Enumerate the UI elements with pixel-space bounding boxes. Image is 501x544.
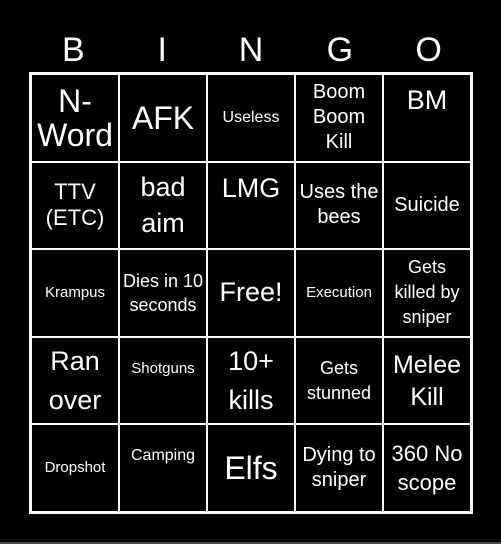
- header-letter-n: N: [238, 31, 264, 69]
- cell-label: Execution: [306, 283, 372, 301]
- cell-label: AFK: [131, 99, 195, 136]
- cell-label: Uses the bees: [299, 181, 379, 229]
- cell-label: TTV (ETC): [45, 179, 105, 231]
- bingo-cell[interactable]: BM: [383, 74, 471, 162]
- bingo-cell[interactable]: Dies in 10 seconds: [119, 249, 207, 337]
- cell-label: Gets killed by sniper: [394, 257, 460, 328]
- cell-label: 10+ kills: [228, 345, 274, 415]
- cell-label: Useless: [222, 108, 280, 126]
- bingo-cell[interactable]: Dropshot: [31, 424, 119, 512]
- cell-label: Dies in 10 seconds: [122, 270, 204, 315]
- bingo-cell[interactable]: 10+ kills: [207, 336, 295, 425]
- cell-label: bad aim: [140, 172, 186, 239]
- cell-label: Dropshot: [44, 459, 106, 477]
- bingo-cell[interactable]: Uses the bees: [295, 161, 383, 250]
- cell-label: Suicide: [394, 193, 460, 216]
- bingo-cell[interactable]: Gets stunned: [295, 336, 383, 425]
- bingo-cell[interactable]: Dying to sniper: [295, 424, 383, 512]
- cell-label: N-Word: [37, 82, 113, 153]
- bingo-cell[interactable]: Useless: [207, 74, 295, 162]
- cell-label: 360 No scope: [391, 441, 463, 496]
- bingo-card-grid: N-Word AFK Useless Boom Boom Kill BM TTV…: [29, 72, 473, 514]
- bingo-cell[interactable]: Gets killed by sniper: [383, 249, 471, 337]
- bingo-cell[interactable]: Ran over: [31, 336, 119, 425]
- cell-label: Boom Boom Kill: [312, 81, 366, 154]
- cell-label: Dying to sniper: [302, 444, 376, 492]
- header-letter-o: O: [415, 31, 442, 69]
- bingo-cell[interactable]: AFK: [119, 74, 207, 162]
- cell-label: Shotguns: [131, 359, 195, 377]
- bingo-cell[interactable]: Elfs: [207, 424, 295, 512]
- bingo-cell[interactable]: Execution: [295, 249, 383, 337]
- bingo-cell[interactable]: Camping: [119, 424, 207, 512]
- bingo-cell[interactable]: Melee Kill: [383, 336, 471, 425]
- bingo-cell[interactable]: Suicide: [383, 161, 471, 250]
- bingo-cell[interactable]: TTV (ETC): [31, 161, 119, 250]
- bingo-cell[interactable]: N-Word: [31, 74, 119, 162]
- bingo-cell[interactable]: bad aim: [119, 161, 207, 250]
- bingo-cell[interactable]: Boom Boom Kill: [295, 74, 383, 162]
- bingo-cell[interactable]: 360 No scope: [383, 424, 471, 512]
- cell-label: LMG: [221, 172, 281, 203]
- bingo-cell[interactable]: LMG: [207, 161, 295, 250]
- bingo-header: B I N G O: [29, 28, 473, 72]
- cell-label: Camping: [130, 447, 196, 465]
- header-letter-g: G: [326, 31, 354, 69]
- free-space-label: Free!: [219, 277, 283, 308]
- bingo-cell[interactable]: Shotguns: [119, 336, 207, 425]
- bingo-cell[interactable]: Krampus: [31, 249, 119, 337]
- cell-label: Ran over: [48, 345, 102, 415]
- header-letter-b: B: [62, 31, 85, 69]
- cell-label: Elfs: [224, 450, 278, 487]
- cell-label: BM: [406, 85, 448, 115]
- cell-label: Krampus: [44, 283, 106, 301]
- header-letter-i: I: [157, 31, 167, 69]
- cell-label: Gets stunned: [306, 357, 372, 403]
- cell-label: Melee Kill: [392, 350, 462, 411]
- bingo-cell free-space[interactable]: Free!: [207, 249, 295, 337]
